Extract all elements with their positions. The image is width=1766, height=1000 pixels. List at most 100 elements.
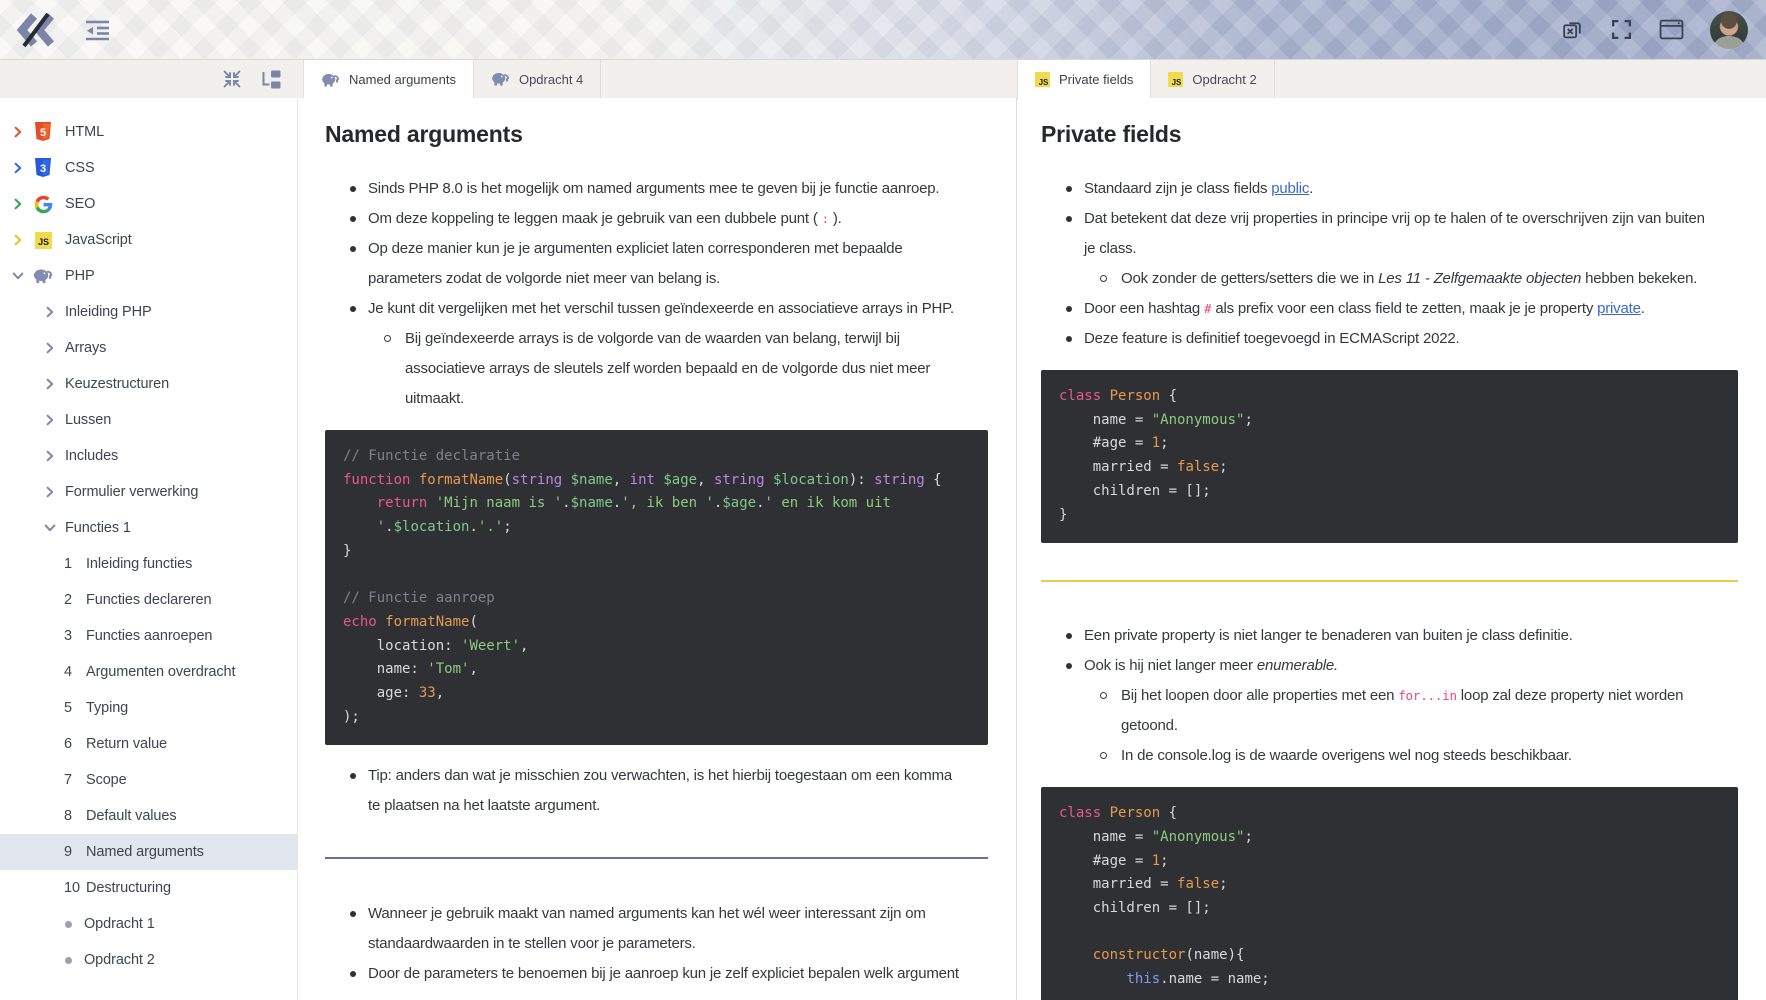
tab-opdracht-4[interactable]: Opdracht 4 bbox=[474, 60, 601, 98]
list-item: Bij het loopen door alle properties met … bbox=[1041, 681, 1766, 741]
chevron-right-icon bbox=[12, 234, 24, 246]
chevron-right-icon bbox=[12, 162, 24, 174]
sidebar-item-arrays[interactable]: Arrays bbox=[0, 330, 297, 366]
user-avatar[interactable] bbox=[1710, 11, 1748, 49]
fullscreen-icon[interactable] bbox=[1610, 18, 1633, 41]
topbar-actions bbox=[1561, 11, 1748, 49]
sidebar-item-label: Lussen bbox=[65, 412, 111, 428]
inline-code: # bbox=[1204, 301, 1211, 316]
sidebar-item-functies-declareren[interactable]: 2Functies declareren bbox=[0, 582, 297, 618]
sidebar-item-includes[interactable]: Includes bbox=[0, 438, 297, 474]
tab-label: Named arguments bbox=[349, 72, 456, 87]
chevron-right-icon bbox=[44, 306, 56, 318]
window-icon[interactable] bbox=[1659, 19, 1684, 40]
sidebar-item-argumenten-overdracht[interactable]: 4Argumenten overdracht bbox=[0, 654, 297, 690]
list-item-text: Door een hashtag # als prefix voor een c… bbox=[1084, 300, 1645, 317]
sidebar-item-return-value[interactable]: 6Return value bbox=[0, 726, 297, 762]
sidebar-item-css[interactable]: 3CSS bbox=[0, 150, 297, 186]
collapse-all-icon[interactable] bbox=[222, 69, 242, 89]
list-item: Dat betekent dat deze vrij properties in… bbox=[1041, 204, 1766, 264]
php-icon bbox=[33, 268, 53, 284]
sidebar-item-opdracht-1[interactable]: Opdracht 1 bbox=[0, 906, 297, 942]
text-link[interactable]: public bbox=[1271, 180, 1309, 197]
list-item: Ook is hij niet langer meer enumerable. bbox=[1041, 651, 1766, 681]
list-item-text: Standaard zijn je class fields public. bbox=[1084, 180, 1313, 197]
sidebar-item-named-arguments[interactable]: 9Named arguments bbox=[0, 834, 297, 870]
sidebar-item-label: Named arguments bbox=[86, 844, 204, 860]
tab-label: Opdracht 4 bbox=[519, 72, 583, 87]
tab-private-fields[interactable]: JSPrivate fields bbox=[1017, 60, 1151, 99]
sidebar-item-label: JavaScript bbox=[65, 232, 132, 248]
tab-named-arguments[interactable]: Named arguments bbox=[303, 60, 474, 99]
list-item: Bij geïndexeerde arrays is de volgorde v… bbox=[325, 324, 1016, 414]
list-item: Tip: anders dan wat je misschien zou ver… bbox=[325, 761, 1016, 821]
chevron-right-icon bbox=[44, 414, 56, 426]
item-number: 10 bbox=[64, 880, 80, 896]
inline-code: for...in bbox=[1398, 688, 1457, 703]
bullet-icon bbox=[350, 246, 356, 252]
sidebar-item-scope[interactable]: 7Scope bbox=[0, 762, 297, 798]
popout-close-icon[interactable] bbox=[1561, 18, 1584, 41]
sidebar-item-opdracht-2[interactable]: Opdracht 2 bbox=[0, 942, 297, 978]
sidebar-item-label: Functies declareren bbox=[86, 592, 211, 608]
app-window: Named argumentsOpdracht 4 JSPrivate fiel… bbox=[0, 0, 1766, 1000]
divider-dark bbox=[325, 857, 988, 859]
sidebar-item-php[interactable]: PHP bbox=[0, 258, 297, 294]
sidebar-item-label: Keuzestructuren bbox=[65, 376, 169, 392]
bullet-icon bbox=[1100, 752, 1107, 759]
sidebar-item-label: Destructuring bbox=[86, 880, 171, 896]
sidebar-item-html[interactable]: 5HTML bbox=[0, 114, 297, 150]
sidebar-item-destructuring[interactable]: 10 Destructuring bbox=[0, 870, 297, 906]
text-link[interactable]: private bbox=[1597, 300, 1641, 317]
chevron-right-icon bbox=[12, 198, 24, 210]
chevron-right-icon bbox=[12, 126, 24, 138]
topbar bbox=[0, 0, 1766, 60]
js-code-block: class Person { name = "Anonymous"; #age … bbox=[1041, 370, 1738, 543]
sidebar-item-keuzestructuren[interactable]: Keuzestructuren bbox=[0, 366, 297, 402]
bullet-icon bbox=[350, 773, 356, 779]
sidebar-item-lussen[interactable]: Lussen bbox=[0, 402, 297, 438]
list-item-text: Om deze koppeling te leggen maak je gebr… bbox=[368, 210, 842, 227]
sidebar-item-default-values[interactable]: 8Default values bbox=[0, 798, 297, 834]
list-item-text: Bij geïndexeerde arrays is de volgorde v… bbox=[405, 330, 930, 407]
js-icon: JS bbox=[1168, 72, 1183, 87]
sidebar-item-typing[interactable]: 5Typing bbox=[0, 690, 297, 726]
item-number: 5 bbox=[64, 700, 80, 716]
list-item: Door de parameters te benoemen bij je aa… bbox=[325, 959, 1016, 989]
sidebar-item-inleiding-functies[interactable]: 1Inleiding functies bbox=[0, 546, 297, 582]
list-item-text: Deze feature is definitief toegevoegd in… bbox=[1084, 330, 1460, 347]
sidebar-item-javascript[interactable]: JS JavaScript bbox=[0, 222, 297, 258]
list-item: Sinds PHP 8.0 is het mogelijk om named a… bbox=[325, 174, 1016, 204]
bullet-icon bbox=[350, 306, 356, 312]
sidebar-item-inleiding-php[interactable]: Inleiding PHP bbox=[0, 294, 297, 330]
tab-opdracht-2[interactable]: JS Opdracht 2 bbox=[1151, 60, 1274, 98]
bullet-icon bbox=[1066, 186, 1072, 192]
app-logo-icon[interactable] bbox=[14, 12, 58, 48]
sidebar-tree: 5HTML3CSSSEO JS JavaScript PHPInleiding PHP… bbox=[0, 98, 298, 1000]
html-icon: 5 bbox=[33, 122, 53, 142]
list-item: Om deze koppeling te leggen maak je gebr… bbox=[325, 204, 1016, 234]
chevron-right-icon bbox=[44, 486, 56, 498]
bullet-icon bbox=[1066, 663, 1072, 669]
tree-view-icon[interactable] bbox=[260, 70, 281, 89]
php-code-block: // Functie declaratiefunction formatName… bbox=[325, 430, 988, 745]
sidebar-item-seo[interactable]: SEO bbox=[0, 186, 297, 222]
svg-text:5: 5 bbox=[40, 127, 46, 139]
sidebar-item-label: Opdracht 1 bbox=[84, 916, 155, 932]
outdent-panel-icon[interactable] bbox=[84, 19, 111, 41]
sidebar-item-label: Scope bbox=[86, 772, 127, 788]
tab-label: Private fields bbox=[1059, 72, 1133, 87]
sidebar-item-functies-aanroepen[interactable]: 3Functies aanroepen bbox=[0, 618, 297, 654]
svg-text:JS: JS bbox=[1172, 78, 1182, 87]
list-item: Standaard zijn je class fields public. bbox=[1041, 174, 1766, 204]
sidebar-item-formulier-verwerking[interactable]: Formulier verwerking bbox=[0, 474, 297, 510]
php-icon bbox=[491, 72, 510, 86]
chevron-right-icon bbox=[44, 450, 56, 462]
chevron-right-icon bbox=[44, 378, 56, 390]
list-item-text: Bij het loopen door alle properties met … bbox=[1121, 687, 1683, 734]
chevron-down-icon bbox=[12, 270, 24, 282]
sidebar-item-functies-1[interactable]: Functies 1 bbox=[0, 510, 297, 546]
tab-label: Opdracht 2 bbox=[1192, 72, 1256, 87]
list-item: Wanneer je gebruik maakt van named argum… bbox=[325, 899, 1016, 959]
js-icon: JS bbox=[33, 232, 53, 249]
